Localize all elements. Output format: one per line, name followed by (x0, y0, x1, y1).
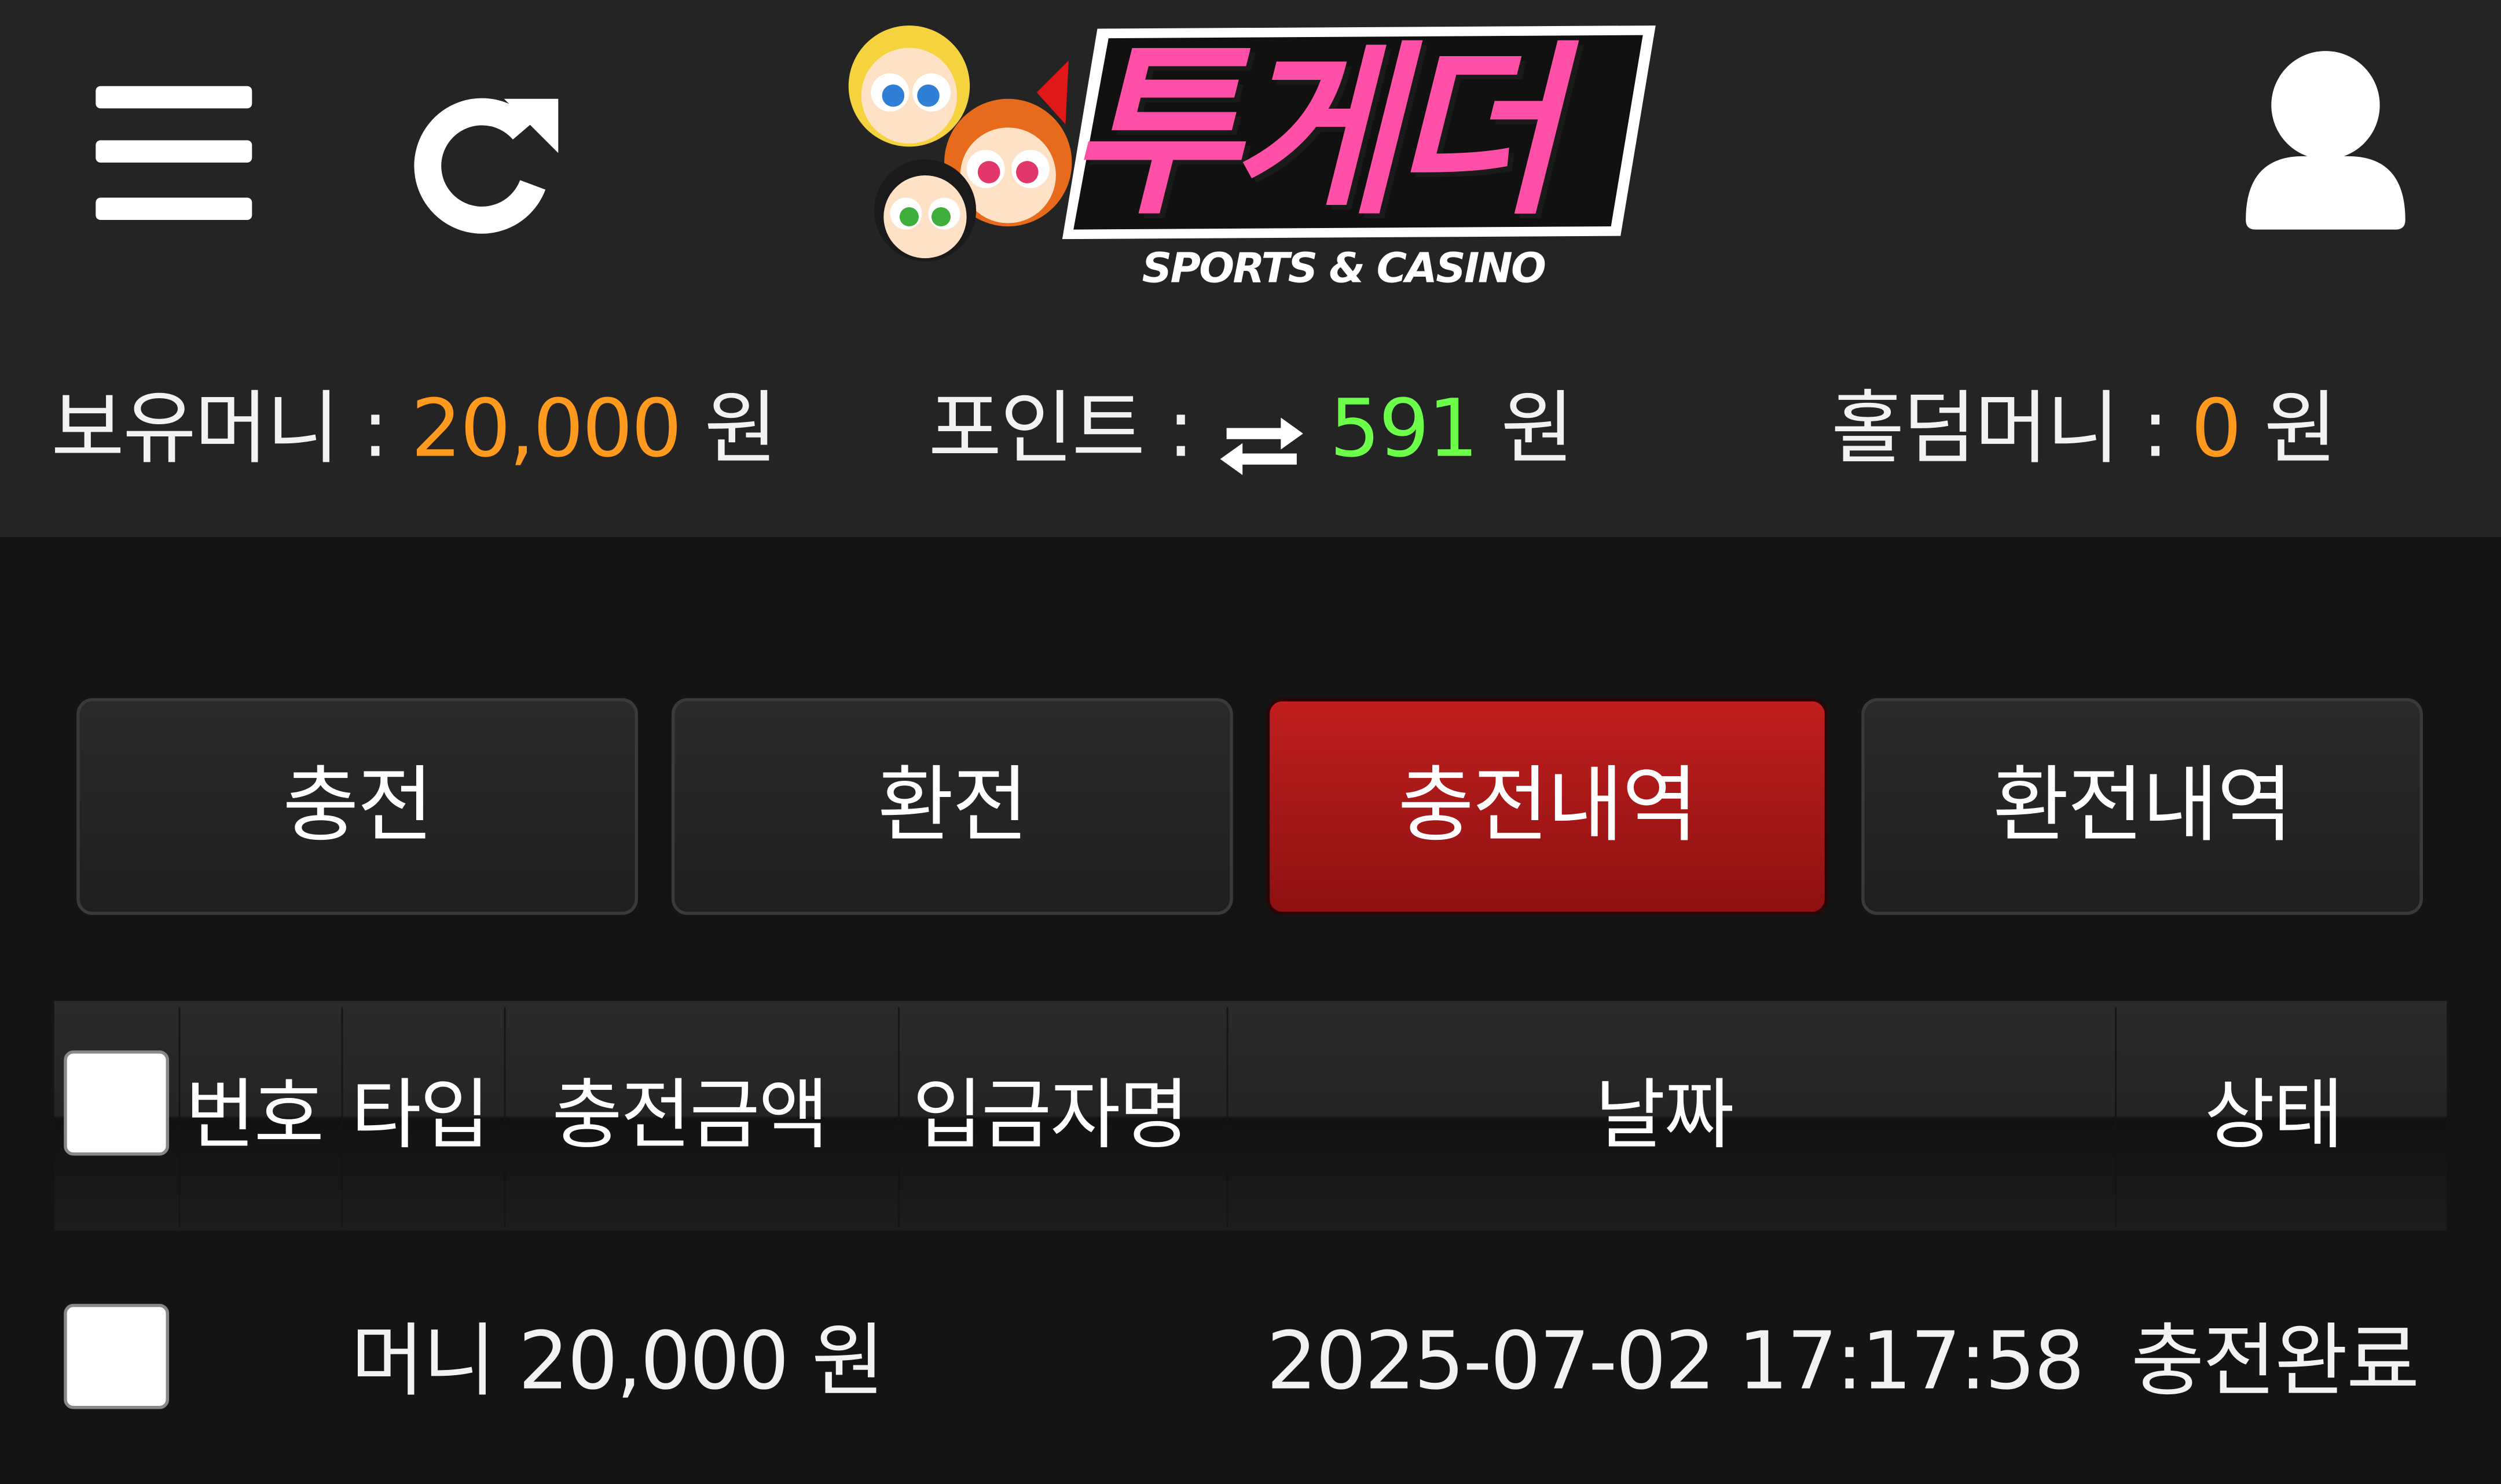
column-divider (341, 1007, 343, 1228)
row-status: 충전완료 (2130, 1315, 2420, 1408)
app-root: 투게더 SPORTS & CASINO 보유머니 : 20,000 원 포인트 … (0, 0, 2501, 1484)
points-value: 591 (1329, 382, 1479, 475)
tab-withdraw-history[interactable]: 환전내역 (1861, 698, 2423, 915)
column-divider (2115, 1007, 2117, 1228)
holdem-value: 0 (2191, 382, 2242, 475)
points-unit: 원 (1501, 382, 1574, 475)
row-checkbox[interactable] (64, 1303, 170, 1409)
holdem-balance: 홀덤머니 : 0 원 (1831, 373, 2338, 484)
tab-deposit-history[interactable]: 충전내역 (1266, 698, 1828, 915)
money-label: 보유머니 : (51, 382, 388, 475)
tab-deposit[interactable]: 충전 (76, 698, 639, 915)
top-header: 투게더 SPORTS & CASINO 보유머니 : 20,000 원 포인트 … (0, 0, 2501, 538)
holdem-label: 홀덤머니 : (1831, 382, 2169, 475)
column-divider (898, 1007, 900, 1228)
tab-withdraw[interactable]: 환전 (671, 698, 1233, 915)
select-all-checkbox[interactable] (64, 1050, 170, 1156)
column-divider (504, 1007, 506, 1228)
header-status: 상태 (2204, 1071, 2344, 1160)
row-type-amount: 머니 20,000 원 (351, 1315, 885, 1408)
logo-title: 투게더 (1068, 25, 1560, 241)
header-number: 번호 (185, 1071, 325, 1160)
user-icon[interactable] (2239, 45, 2412, 236)
row-date: 2025-07-02 17:17:58 (1266, 1315, 2085, 1408)
holdem-unit: 원 (2264, 382, 2338, 475)
swap-arrows-icon[interactable] (1216, 395, 1305, 475)
points-balance: 포인트 : 591 원 (928, 373, 1574, 484)
points-label: 포인트 : (928, 382, 1194, 475)
money-balance: 보유머니 : 20,000 원 (51, 373, 778, 484)
column-divider (1226, 1007, 1229, 1228)
hamburger-menu-icon[interactable] (89, 80, 255, 226)
column-divider (178, 1007, 181, 1228)
money-value: 20,000 (410, 382, 682, 475)
header-depositor: 입금자명 (912, 1071, 1189, 1160)
header-amount: 충전금액 (552, 1071, 828, 1160)
header-date: 날짜 (1595, 1071, 1734, 1160)
logo-subtitle: SPORTS & CASINO (1142, 245, 1546, 293)
refresh-icon[interactable] (408, 86, 568, 239)
header-type: 타입 (351, 1071, 490, 1160)
money-unit: 원 (704, 382, 778, 475)
